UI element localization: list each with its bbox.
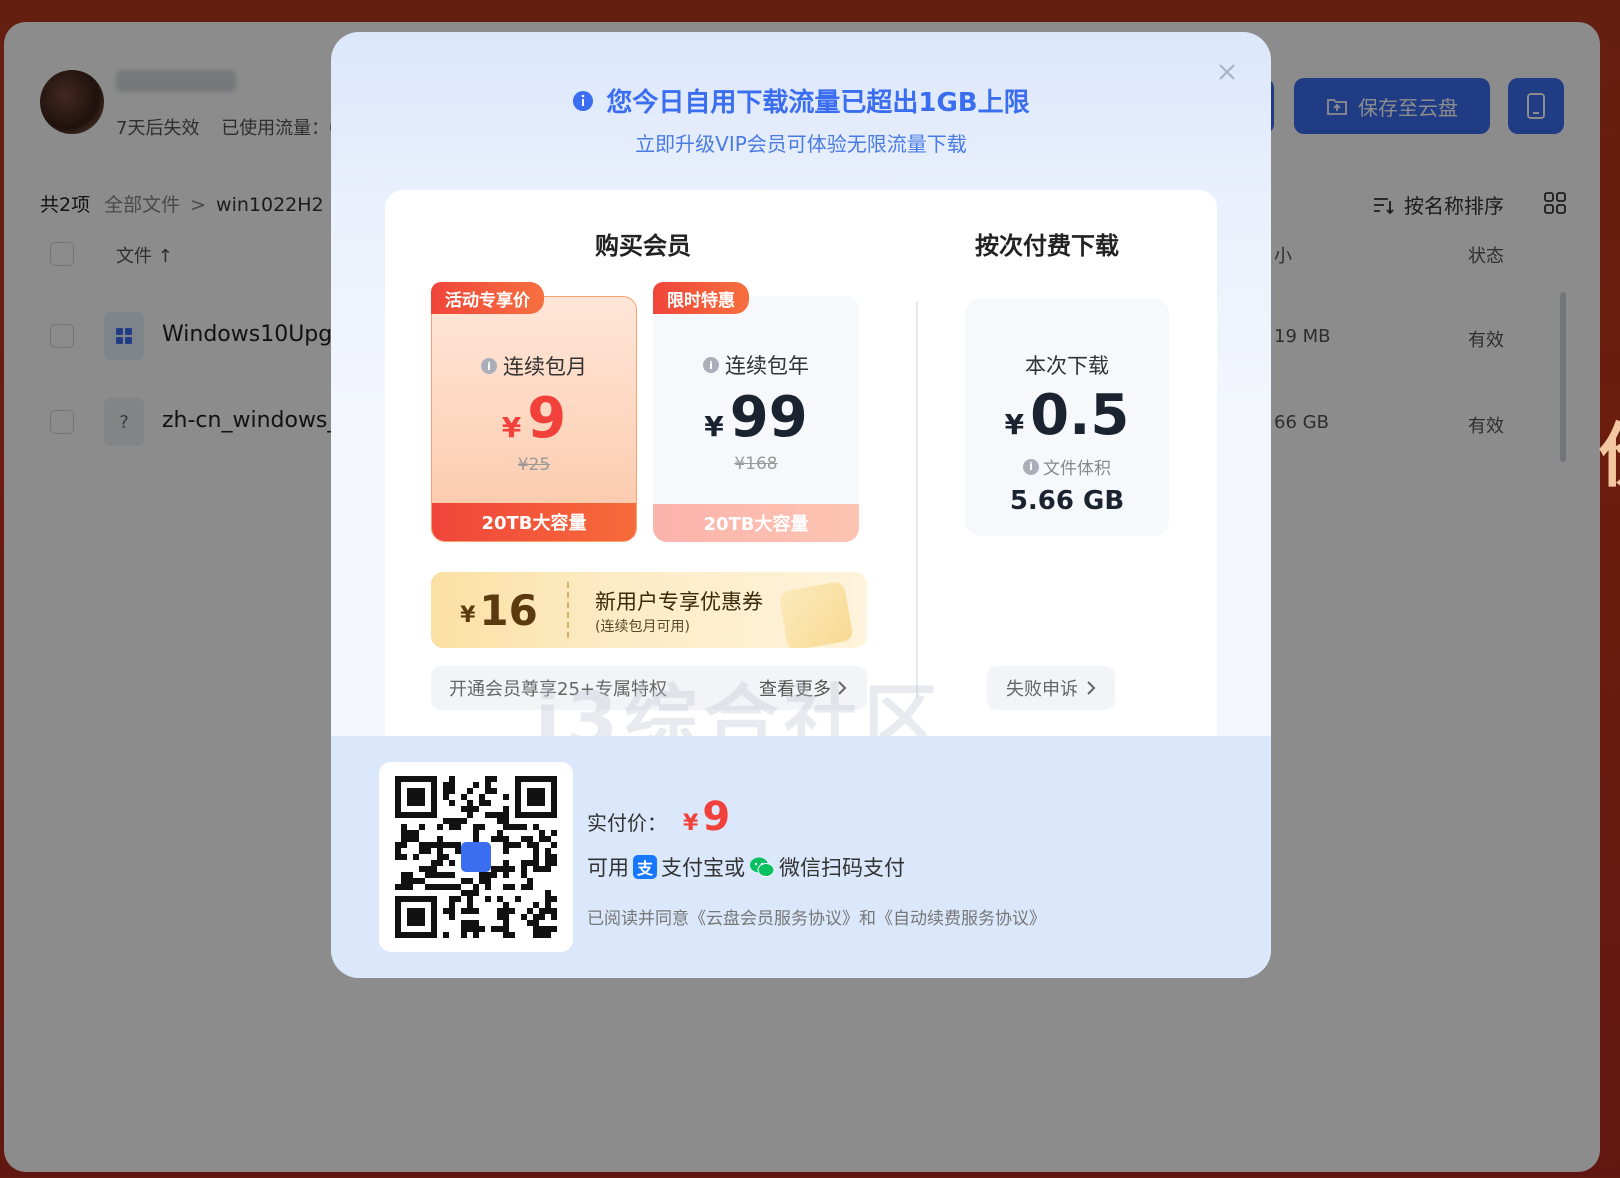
modal-title-row: 您今日自用下载流量已超出1GB上限 bbox=[331, 82, 1271, 119]
agreement-text[interactable]: 已阅读并同意《云盘会员服务协议》和《自动续费服务协议》 bbox=[587, 904, 1046, 929]
info-icon: i bbox=[703, 357, 719, 373]
actual-price-label: 实付价： bbox=[587, 811, 667, 835]
actual-price-value: 9 bbox=[702, 794, 731, 840]
payment-methods: 可用 支 支付宝或 微信扫码支付 bbox=[587, 852, 905, 882]
plan-name: i 连续包月 bbox=[432, 351, 636, 381]
alipay-label: 支付宝或 bbox=[661, 856, 745, 880]
chevron-right-icon bbox=[838, 681, 847, 695]
coupon-title: 新用户专享优惠券 bbox=[595, 590, 763, 614]
currency-symbol: ¥ bbox=[460, 602, 476, 628]
divider bbox=[916, 302, 918, 698]
wechat-icon bbox=[750, 857, 775, 877]
chevron-right-icon bbox=[1087, 681, 1096, 695]
see-more-link[interactable]: 查看更多 bbox=[759, 675, 847, 701]
currency-symbol: ¥ bbox=[501, 411, 522, 444]
info-icon bbox=[573, 90, 594, 111]
price-value: 9 bbox=[527, 386, 567, 451]
see-more-label: 查看更多 bbox=[759, 679, 831, 700]
wechat-label: 微信扫码支付 bbox=[779, 856, 905, 880]
background-glyph: 价 bbox=[1598, 400, 1620, 501]
modal-subtitle: 立即升级VIP会员可体验无限流量下载 bbox=[635, 132, 967, 156]
plan-monthly[interactable]: i 连续包月 ¥9 ¥25 20TB大容量 bbox=[431, 296, 637, 542]
info-icon: i bbox=[481, 358, 497, 374]
currency-symbol: ¥ bbox=[704, 410, 724, 443]
file-size-label: i 文件体积 bbox=[965, 454, 1169, 479]
buy-section-title: 购买会员 bbox=[595, 232, 691, 260]
plan-name: i 连续包年 bbox=[653, 350, 859, 380]
close-icon bbox=[1219, 64, 1235, 80]
pay-per-download-title: 按次付费下载 bbox=[975, 232, 1119, 260]
plan-name-label: 连续包年 bbox=[725, 354, 809, 378]
once-label: 本次下载 bbox=[1025, 354, 1109, 378]
vip-perks-bar[interactable]: 开通会员尊享25+专属特权 查看更多 bbox=[431, 666, 867, 710]
failure-appeal-button[interactable]: 失败申诉 bbox=[987, 666, 1115, 710]
modal-title: 您今日自用下载流量已超出1GB上限 bbox=[606, 88, 1030, 118]
plan-badge: 限时特惠 bbox=[653, 282, 749, 314]
info-icon: i bbox=[1023, 458, 1039, 475]
coupon-subtitle: (连续包月可用) bbox=[595, 619, 690, 635]
plan-capacity: 20TB大容量 bbox=[432, 503, 636, 541]
plan-name-label: 连续包月 bbox=[503, 355, 587, 379]
vip-ticket-icon bbox=[778, 580, 854, 648]
pay-once-option[interactable]: 本次下载 ¥0.5 i 文件体积 5.66 GB bbox=[965, 298, 1169, 536]
new-user-coupon[interactable]: ¥16 新用户专享优惠券 (连续包月可用) bbox=[431, 572, 867, 648]
currency-symbol: ¥ bbox=[683, 811, 699, 836]
coupon-amount: ¥16 bbox=[431, 572, 567, 648]
actual-price: 实付价： ¥ 9 bbox=[587, 794, 730, 840]
upgrade-modal: 您今日自用下载流量已超出1GB上限 立即升级VIP会员可体验无限流量下载 购买会… bbox=[331, 32, 1271, 978]
price-value: 0.5 bbox=[1030, 383, 1130, 448]
price-value: 99 bbox=[729, 385, 808, 450]
alipay-icon: 支 bbox=[633, 855, 657, 879]
coupon-value: 16 bbox=[479, 585, 538, 635]
appeal-label: 失败申诉 bbox=[1006, 679, 1078, 700]
plan-price: ¥99 bbox=[653, 388, 859, 448]
once-price: ¥0.5 bbox=[965, 386, 1169, 446]
plan-original-price: ¥25 bbox=[517, 455, 551, 475]
payment-qr-code[interactable] bbox=[379, 762, 573, 952]
plan-badge: 活动专享价 bbox=[431, 282, 544, 314]
file-size-value: 5.66 GB bbox=[1009, 486, 1125, 516]
plan-yearly[interactable]: i 连续包年 ¥99 ¥168 20TB大容量 bbox=[653, 296, 859, 542]
currency-symbol: ¥ bbox=[1004, 408, 1025, 441]
plan-price: ¥9 bbox=[432, 389, 636, 449]
perks-text: 开通会员尊享25+专属特权 bbox=[449, 679, 667, 700]
purchase-card: 购买会员 按次付费下载 i 连续包月 ¥9 ¥25 20TB大容量 活动专享价 i… bbox=[385, 190, 1217, 818]
plan-original-price: ¥168 bbox=[734, 454, 778, 474]
methods-prefix: 可用 bbox=[587, 856, 629, 880]
file-size-label-text: 文件体积 bbox=[1043, 459, 1111, 479]
plan-capacity: 20TB大容量 bbox=[653, 504, 859, 542]
qr-code-icon bbox=[395, 776, 557, 938]
payment-area: 实付价： ¥ 9 可用 支 支付宝或 微信扫码支付 已阅读并同意《云盘会员服务协… bbox=[331, 736, 1271, 978]
coupon-perforation bbox=[567, 582, 569, 638]
